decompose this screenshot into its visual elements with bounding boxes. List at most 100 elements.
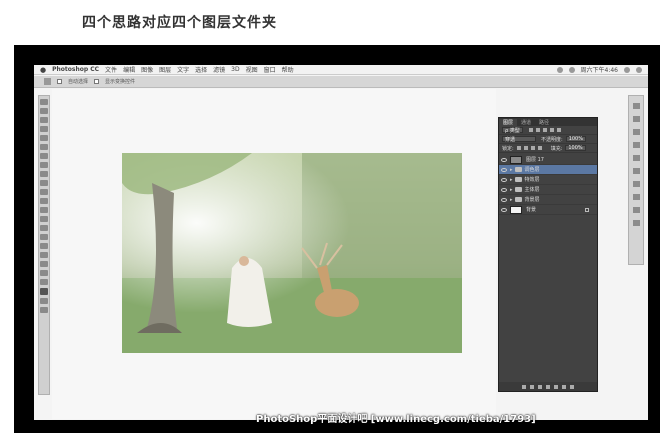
add-mask-icon[interactable] [538,384,542,389]
history-brush-icon[interactable] [40,180,48,186]
eraser-icon[interactable] [40,189,48,195]
adjustment-layer-icon[interactable] [546,384,550,389]
eye-icon[interactable] [501,187,507,192]
layer-group-row[interactable]: ▸ 特效层 [499,175,597,185]
document-canvas-area[interactable] [52,89,496,419]
pen-icon[interactable] [40,225,48,231]
chevron-right-icon[interactable]: ▸ [510,167,513,173]
filter-kind-select[interactable]: ρ 类型 [502,127,523,134]
eye-icon[interactable] [501,167,507,172]
crop-icon[interactable] [40,135,48,141]
lock-move-icon[interactable] [530,146,535,150]
tab-layers[interactable]: 图层 [499,118,518,126]
lasso-icon[interactable] [40,117,48,123]
search-icon[interactable] [624,66,630,73]
zoom-icon[interactable] [40,270,48,276]
more-tools-icon[interactable] [40,279,48,285]
shape-icon[interactable] [40,252,48,258]
layer-group-row[interactable]: ▸ 背景层 [499,195,597,205]
layer-group-row[interactable]: ▸ 调色层 [499,165,597,175]
clock-text[interactable]: 周六下午4:46 [581,65,618,74]
layer-name: 主体层 [524,187,540,193]
lock-all-icon[interactable] [537,146,542,150]
path-select-icon[interactable] [40,243,48,249]
blend-mode-select[interactable]: 穿透 [502,136,536,143]
document-image[interactable] [122,153,462,353]
show-transform-checkbox[interactable] [94,79,100,84]
layer-group-row[interactable]: ▸ 主体层 [499,185,597,195]
menu-item-help[interactable]: 帮助 [282,65,294,74]
brush-icon[interactable] [40,162,48,168]
battery-icon[interactable] [568,66,575,73]
trash-icon[interactable] [570,384,574,389]
swatches-panel-icon[interactable] [632,194,640,200]
menu-item-select[interactable]: 选择 [195,65,207,74]
layer-row[interactable]: 背景 [499,205,597,215]
menu-item-3d[interactable]: 3D [231,66,239,73]
text-icon[interactable] [40,234,48,240]
dodge-icon[interactable] [40,216,48,222]
filter-smart-icon[interactable] [556,128,561,132]
clone-stamp-icon[interactable] [40,171,48,177]
wifi-icon[interactable] [556,66,563,73]
adjustments-panel-icon[interactable] [632,129,640,135]
eye-icon[interactable] [501,177,507,182]
screen-mode-icon[interactable] [40,307,48,313]
opacity-value[interactable]: 100% [565,136,586,142]
new-group-icon[interactable] [554,384,558,389]
lock-paint-icon[interactable] [523,146,528,150]
link-layers-icon[interactable] [522,384,526,389]
filter-pixel-icon[interactable] [528,128,533,132]
character-panel-icon[interactable] [632,155,640,161]
layer-name: 图层 17 [526,157,544,163]
tab-channels[interactable]: 通道 [517,119,535,126]
blur-icon[interactable] [40,207,48,213]
menu-item-file[interactable]: 文件 [105,65,117,74]
filter-shape-icon[interactable] [549,128,554,132]
menu-item-type[interactable]: 文字 [177,65,189,74]
paragraph-panel-icon[interactable] [632,168,640,174]
move-tool-icon[interactable] [44,78,51,85]
tab-paths[interactable]: 路径 [535,119,553,126]
libraries-panel-icon[interactable] [632,207,640,213]
color-swatch-icon[interactable] [40,288,48,295]
menu-item-view[interactable]: 视图 [246,65,258,74]
menu-item-layer[interactable]: 图层 [159,65,171,74]
eyedropper-icon[interactable] [40,144,48,150]
apple-icon[interactable]: ● [40,66,46,74]
chevron-right-icon[interactable]: ▸ [510,187,513,193]
layer-name: 背景层 [524,197,540,203]
history-panel-icon[interactable] [632,103,640,109]
lock-pixels-icon[interactable] [516,146,521,150]
styles-panel-icon[interactable] [632,142,640,148]
menu-item-edit[interactable]: 编辑 [123,65,135,74]
menu-app-name[interactable]: Photoshop CC [52,66,99,73]
eye-icon[interactable] [501,157,507,162]
menu-item-filter[interactable]: 滤镜 [213,65,225,74]
move-icon[interactable] [40,99,48,105]
layer-row[interactable]: 图层 17 [499,155,597,165]
filter-type-icon[interactable] [542,128,547,132]
menu-list-icon[interactable] [636,66,642,73]
brush-panel-icon[interactable] [632,181,640,187]
fx-icon[interactable] [530,384,534,389]
quick-mask-icon[interactable] [40,298,48,304]
filter-adjust-icon[interactable] [535,128,540,132]
gradient-icon[interactable] [40,198,48,204]
healing-brush-icon[interactable] [40,153,48,159]
quick-select-icon[interactable] [40,126,48,132]
marquee-icon[interactable] [40,108,48,114]
properties-panel-icon[interactable] [632,116,640,122]
chevron-right-icon[interactable]: ▸ [510,177,513,183]
auto-select-label: 自动选择 [68,79,89,85]
auto-select-checkbox[interactable] [57,79,62,84]
info-panel-icon[interactable] [632,220,640,226]
menu-item-window[interactable]: 窗口 [264,65,276,74]
chevron-right-icon[interactable]: ▸ [510,197,513,203]
new-layer-icon[interactable] [562,384,566,389]
hand-icon[interactable] [40,261,48,267]
menu-item-image[interactable]: 图像 [141,65,153,74]
eye-icon[interactable] [501,207,507,212]
eye-icon[interactable] [501,197,507,202]
fill-value[interactable]: 100% [565,145,586,151]
